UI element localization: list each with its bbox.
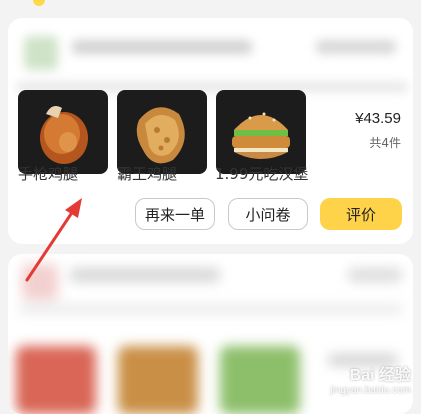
order-item-count: 共4件 bbox=[369, 136, 401, 150]
order-total-price: ¥43.59 bbox=[355, 110, 401, 127]
review-button[interactable]: 评价 bbox=[320, 198, 402, 230]
watermark: Bai 经验 jingyan.baidu.com bbox=[330, 367, 411, 396]
product-name: 手枪鸡腿 bbox=[18, 165, 79, 183]
reorder-button[interactable]: 再来一单 bbox=[135, 198, 215, 230]
product-name: 1.99元吃汉堡 bbox=[215, 165, 309, 183]
status-dot bbox=[33, 0, 45, 6]
order-card: 手枪鸡腿 霸王鸡腿 1.99元吃汉堡 ¥43.59 共4件 再来一单 小问卷 评… bbox=[8, 18, 413, 244]
store-header-blurred bbox=[16, 30, 408, 98]
product-image-chicken-burger[interactable] bbox=[216, 90, 306, 174]
product-image-roast-chicken-leg[interactable] bbox=[18, 90, 108, 174]
product-image-fried-chicken-leg[interactable] bbox=[117, 90, 207, 174]
survey-button[interactable]: 小问卷 bbox=[228, 198, 308, 230]
product-name: 霸王鸡腿 bbox=[117, 165, 178, 183]
